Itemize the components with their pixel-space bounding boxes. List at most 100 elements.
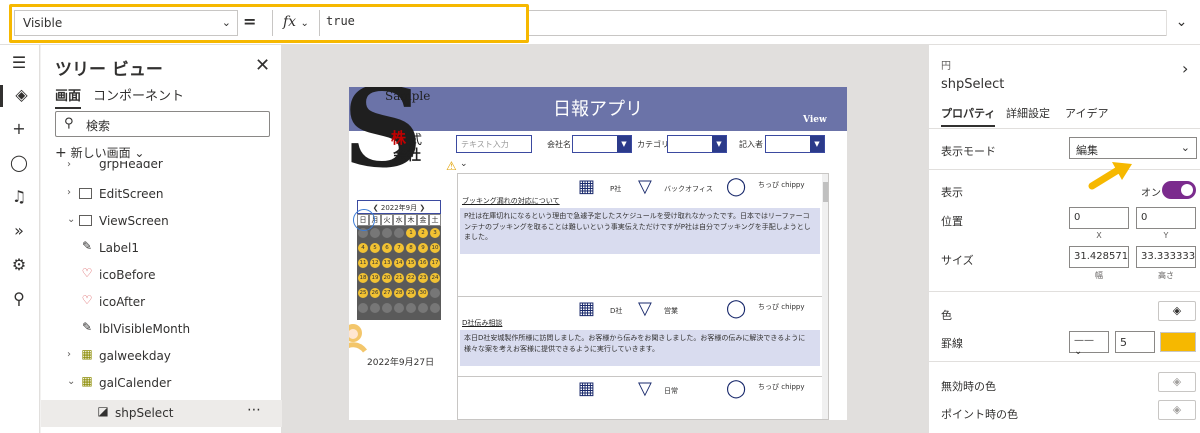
category-dropdown[interactable]: ▼: [667, 135, 727, 153]
calendar-day[interactable]: [382, 228, 392, 238]
height-input[interactable]: 33.33333333: [1136, 246, 1196, 268]
calendar-day[interactable]: 3: [430, 228, 440, 238]
calendar-day[interactable]: 17: [430, 258, 440, 268]
calendar-day[interactable]: 15: [406, 258, 416, 268]
gallery-scrollbar[interactable]: [822, 174, 828, 419]
hamburger-icon[interactable]: ☰: [8, 53, 30, 75]
chevron-right-icon[interactable]: ❯: [419, 204, 425, 212]
calendar-day[interactable]: 18: [358, 273, 368, 283]
tree-item-grpheader[interactable]: › grpHeader: [41, 161, 282, 173]
calendar-day[interactable]: 2: [418, 228, 428, 238]
writer-dropdown[interactable]: ▼: [765, 135, 825, 153]
calendar-day[interactable]: 11: [358, 258, 368, 268]
card-title[interactable]: D社伝み相談: [462, 318, 502, 328]
close-icon[interactable]: ✕: [255, 55, 270, 76]
calendar-day[interactable]: 7: [394, 243, 404, 253]
tab-screens[interactable]: 画面: [55, 85, 82, 109]
calendar-day[interactable]: 27: [382, 288, 392, 298]
expand-formula-chevron-icon[interactable]: ⌄: [1166, 10, 1196, 36]
calendar-day[interactable]: 9: [418, 243, 428, 253]
display-mode-dropdown[interactable]: 編集 ⌄: [1069, 137, 1197, 159]
calendar-day[interactable]: [430, 303, 440, 313]
fill-color-icon[interactable]: ◈: [1158, 400, 1196, 420]
card-body: P社は在庫切れになるという理由で急遽予定したスケジュールを受け取れなかったです。…: [460, 208, 820, 254]
tree-item-label: EditScreen: [99, 187, 164, 201]
warning-icon[interactable]: ⚠: [446, 159, 457, 173]
database-icon[interactable]: ◯: [8, 153, 30, 175]
calendar-day[interactable]: 16: [418, 258, 428, 268]
border-width-input[interactable]: 5: [1115, 331, 1155, 353]
calendar-day[interactable]: [382, 303, 392, 313]
calendar-day[interactable]: [430, 288, 440, 298]
calendar-day[interactable]: 26: [370, 288, 380, 298]
calendar-day[interactable]: [370, 228, 380, 238]
calendar-day[interactable]: 6: [382, 243, 392, 253]
tree-item-editscreen[interactable]: › EditScreen: [41, 181, 282, 208]
width-input[interactable]: 31.42857142: [1069, 246, 1129, 268]
calendar-day[interactable]: 8: [406, 243, 416, 253]
tab-properties[interactable]: プロパティ: [941, 105, 996, 127]
tree-item-viewscreen[interactable]: ⌄ ViewScreen: [41, 208, 282, 235]
calendar-day[interactable]: 20: [382, 273, 392, 283]
calendar-day[interactable]: 21: [394, 273, 404, 283]
company-dropdown[interactable]: ▼: [572, 135, 632, 153]
calendar-day[interactable]: 5: [370, 243, 380, 253]
calendar-day[interactable]: 30: [418, 288, 428, 298]
chevron-down-icon[interactable]: ⌄: [460, 159, 468, 169]
border-color-swatch[interactable]: [1160, 332, 1196, 352]
calendar-day[interactable]: 1: [406, 228, 416, 238]
calendar-day[interactable]: [418, 303, 428, 313]
calendar-day[interactable]: 28: [394, 288, 404, 298]
tree-item-galcalender[interactable]: ⌄ ▦ galCalender: [41, 370, 282, 397]
calendar-day[interactable]: 29: [406, 288, 416, 298]
calendar-day[interactable]: 22: [406, 273, 416, 283]
properties-pane: 円 shpSelect › プロパティ 詳細設定 アイデア 表示モード 編集 ⌄…: [928, 45, 1200, 433]
tree-item-galweekday[interactable]: › ▦ galweekday: [41, 343, 282, 370]
tools-icon[interactable]: ⚙: [8, 255, 30, 277]
flow-icon[interactable]: »: [8, 221, 30, 243]
x-input[interactable]: 0: [1069, 207, 1129, 229]
visible-toggle[interactable]: [1162, 181, 1196, 199]
y-input[interactable]: 0: [1136, 207, 1196, 229]
tab-advanced[interactable]: 詳細設定: [1006, 105, 1050, 121]
tree-item-lblvisiblemonth[interactable]: ✎ lblVisibleMonth: [41, 316, 282, 343]
fill-color-icon[interactable]: ◈: [1158, 372, 1196, 392]
calendar-day[interactable]: 14: [394, 258, 404, 268]
new-screen-button[interactable]: + 新しい画面 ⌄: [55, 144, 144, 161]
chevron-right-icon[interactable]: ›: [1182, 59, 1188, 78]
report-gallery[interactable]: ブッキング漏れの対応について ▦ P社 ▽ バックオフィス ◯ ちっぴ chip…: [457, 173, 829, 420]
calendar-day[interactable]: [358, 303, 368, 313]
tree-search-input[interactable]: ⚲ 検索: [55, 111, 270, 137]
tree-item-shpselect[interactable]: ◪ shpSelect ⋯: [41, 400, 282, 427]
calendar-day[interactable]: 24: [430, 273, 440, 283]
tree-item-icoafter[interactable]: ♡ icoAfter: [41, 289, 282, 316]
tab-ideas[interactable]: アイデア: [1065, 105, 1108, 121]
calendar-day[interactable]: [394, 303, 404, 313]
calendar-day[interactable]: 19: [370, 273, 380, 283]
shpselect-circle[interactable]: [353, 209, 375, 231]
tab-components[interactable]: コンポーネント: [93, 85, 184, 104]
scroll-thumb[interactable]: [823, 182, 828, 202]
calendar-day[interactable]: 23: [418, 273, 428, 283]
chevron-left-icon[interactable]: ❮: [373, 204, 379, 212]
calendar-day[interactable]: 13: [382, 258, 392, 268]
formula-input-area[interactable]: [529, 10, 1166, 36]
plus-icon[interactable]: +: [8, 119, 30, 141]
calendar-day[interactable]: 12: [370, 258, 380, 268]
calendar-day[interactable]: [406, 303, 416, 313]
card-title[interactable]: ブッキング漏れの対応について: [462, 196, 560, 206]
media-icon[interactable]: ♫: [8, 187, 30, 209]
calendar-day[interactable]: 25: [358, 288, 368, 298]
fill-color-icon[interactable]: ◈: [1158, 301, 1196, 321]
tree-item-label1[interactable]: ✎ Label1: [41, 235, 282, 262]
calendar-day[interactable]: 10: [430, 243, 440, 253]
calendar-day[interactable]: [394, 228, 404, 238]
border-style-dropdown[interactable]: —— ⌄: [1069, 331, 1109, 357]
calendar-day[interactable]: [370, 303, 380, 313]
more-options-icon[interactable]: ⋯: [247, 402, 261, 418]
layers-icon[interactable]: ◈: [0, 85, 40, 107]
search-icon[interactable]: ⚲: [8, 289, 30, 311]
tree-item-icobefore[interactable]: ♡ icoBefore: [41, 262, 282, 289]
text-search-input[interactable]: テキスト入力: [456, 135, 532, 153]
calendar-day[interactable]: 4: [358, 243, 368, 253]
